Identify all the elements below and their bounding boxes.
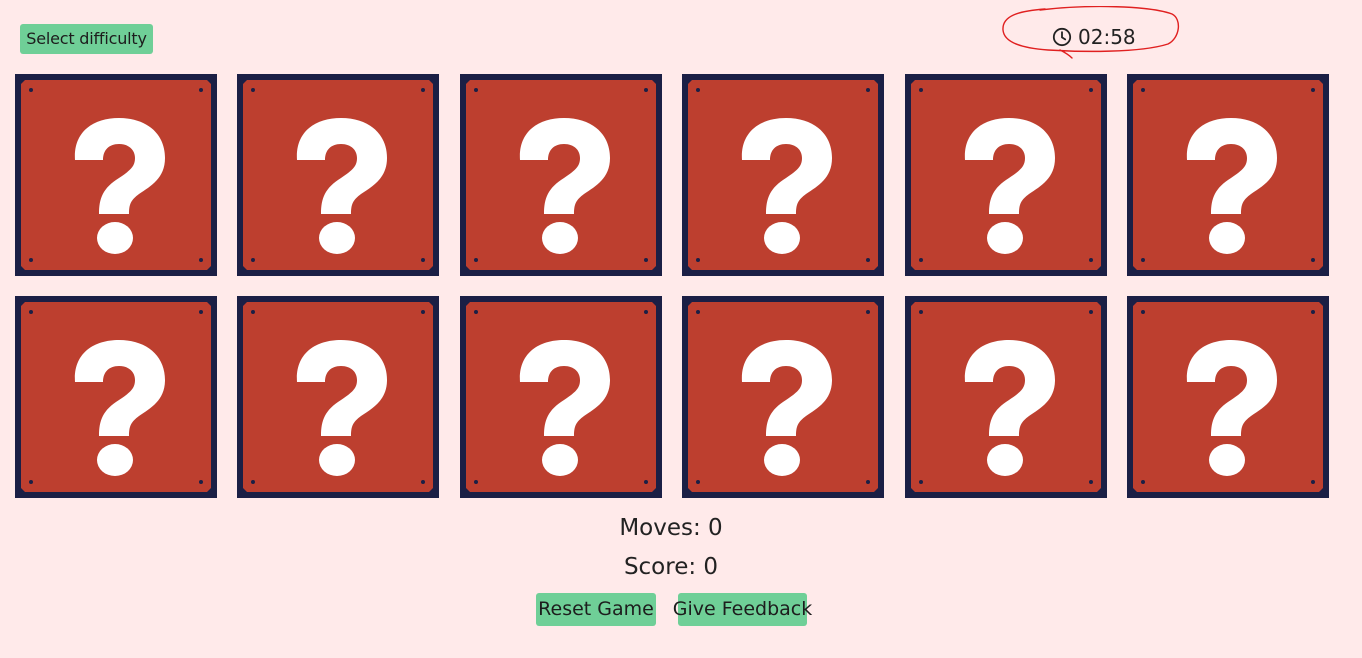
- question-block-icon: [15, 74, 217, 276]
- question-block-icon: [237, 74, 439, 276]
- timer: 02:58: [1052, 24, 1136, 50]
- question-block-icon: [682, 296, 884, 498]
- question-block-icon: [237, 296, 439, 498]
- score-label: Score:: [623, 554, 697, 580]
- give-feedback-button[interactable]: Give Feedback: [673, 593, 812, 626]
- memory-card-6[interactable]: [1127, 74, 1329, 276]
- memory-card-11[interactable]: [905, 296, 1107, 498]
- memory-card-1[interactable]: [15, 74, 217, 276]
- clock-icon: [1052, 27, 1072, 47]
- question-block-icon: [905, 296, 1107, 498]
- question-block-icon: [460, 74, 662, 276]
- moves-display: Moves: 0: [0, 515, 1342, 541]
- memory-card-3[interactable]: [460, 74, 662, 276]
- question-block-icon: [460, 296, 662, 498]
- score-value: 0: [703, 554, 719, 580]
- question-block-icon: [905, 74, 1107, 276]
- memory-card-7[interactable]: [15, 296, 217, 498]
- timer-value: 02:58: [1078, 25, 1136, 49]
- memory-card-12[interactable]: [1127, 296, 1329, 498]
- reset-game-button[interactable]: Reset Game: [536, 593, 656, 626]
- memory-card-2[interactable]: [237, 74, 439, 276]
- memory-card-4[interactable]: [682, 74, 884, 276]
- memory-card-5[interactable]: [905, 74, 1107, 276]
- moves-label: Moves:: [619, 515, 701, 541]
- question-block-icon: [682, 74, 884, 276]
- question-block-icon: [1127, 74, 1329, 276]
- moves-value: 0: [708, 515, 723, 541]
- select-difficulty-button[interactable]: Select difficulty: [20, 24, 153, 54]
- question-block-icon: [15, 296, 217, 498]
- score-display: Score: 0: [0, 554, 1342, 580]
- memory-card-10[interactable]: [682, 296, 884, 498]
- memory-card-8[interactable]: [237, 296, 439, 498]
- question-block-icon: [1127, 296, 1329, 498]
- memory-card-9[interactable]: [460, 296, 662, 498]
